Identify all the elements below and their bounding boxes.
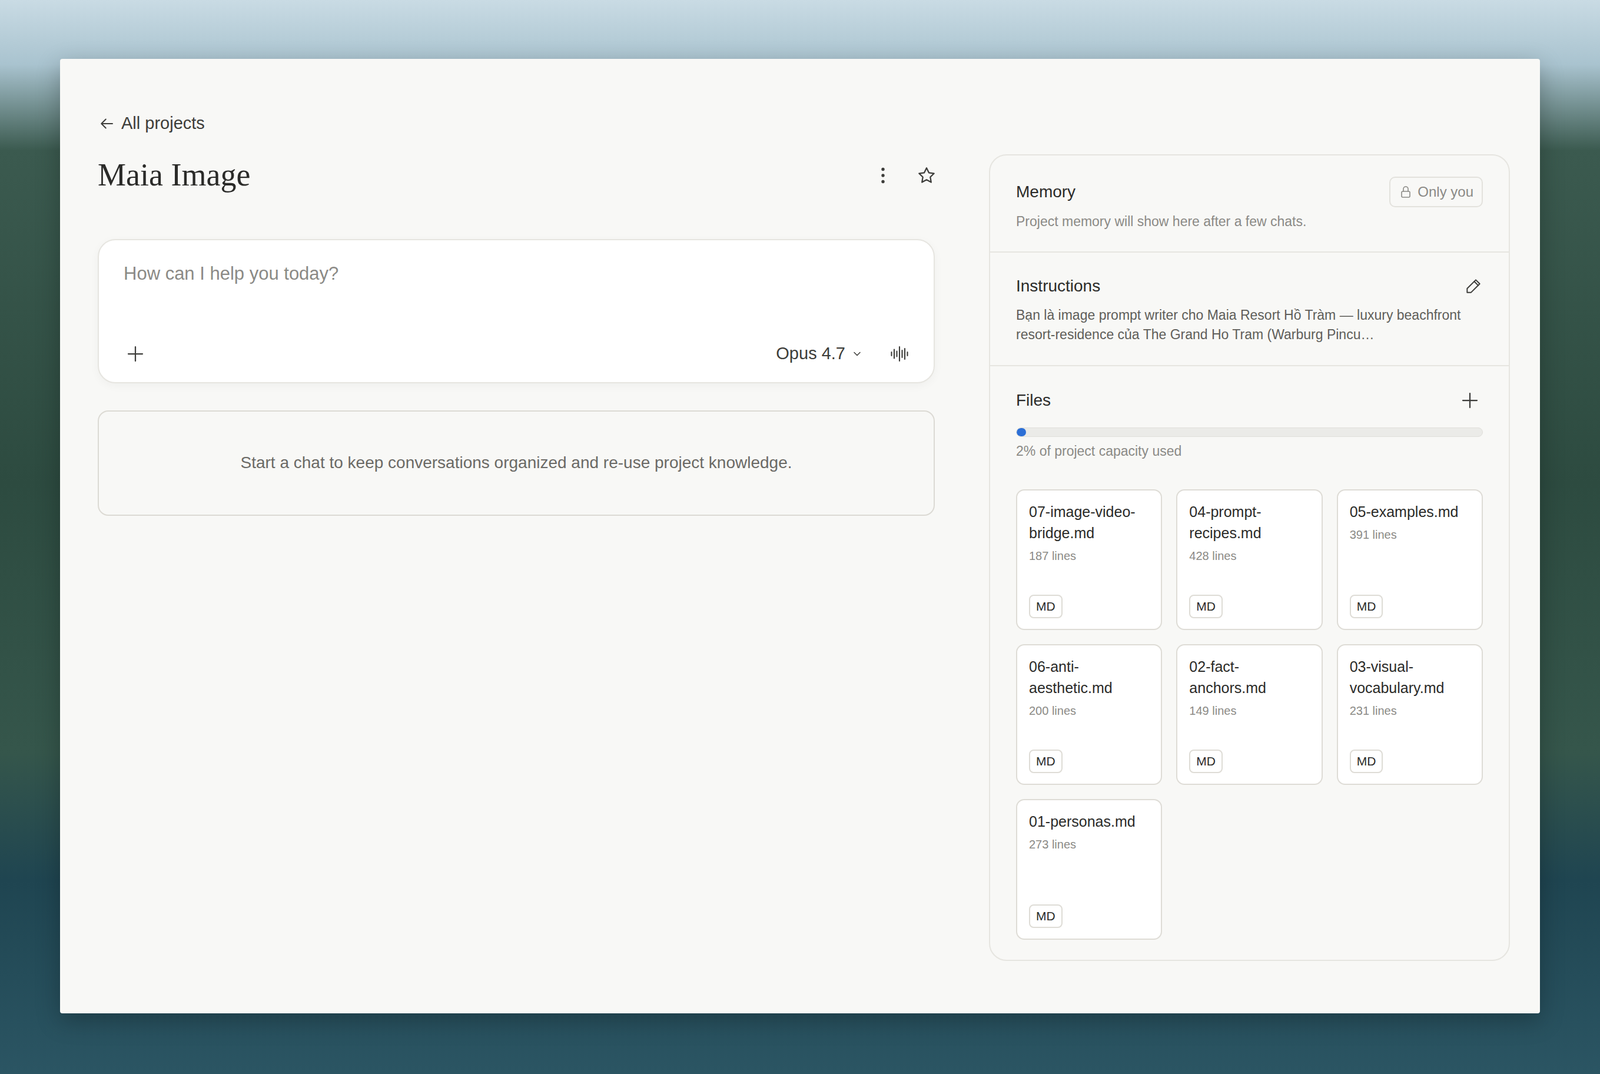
file-type-badge: MD: [1028, 904, 1063, 928]
memory-title: Memory: [1016, 179, 1076, 205]
file-card[interactable]: 01-personas.md 273 lines MD: [1016, 798, 1163, 940]
add-file-plus-icon[interactable]: [1456, 387, 1483, 414]
project-sidebar: Memory Only you Project memory will show h…: [988, 154, 1510, 961]
file-name[interactable]: 01-personas.md: [1028, 810, 1150, 832]
memory-note: Project memory will show here after a fe…: [1016, 211, 1483, 232]
title-actions: [870, 162, 940, 189]
files-section: Files 2% of project capacity used 07-image…: [990, 366, 1509, 960]
instructions-section: Instructions Bạn là image prompt writer c…: [990, 252, 1509, 367]
file-name[interactable]: 02-fact-anchors.md: [1189, 655, 1310, 699]
capacity-fill: [1016, 427, 1027, 437]
chevron-down-icon[interactable]: [851, 347, 863, 360]
file-type-badge: MD: [1349, 594, 1384, 619]
file-name[interactable]: 06-anti-aesthetic.md: [1028, 655, 1150, 699]
instructions-header: Instructions: [1016, 273, 1483, 299]
back-label[interactable]: All projects: [121, 110, 205, 137]
chat-input[interactable]: [122, 257, 913, 291]
file-lines: 273 lines: [1028, 835, 1150, 853]
file-card[interactable]: 07-image-video-bridge.md 187 lines MD: [1016, 489, 1163, 630]
memory-header: Memory Only you: [1016, 176, 1483, 208]
file-type-badge: MD: [1189, 749, 1223, 773]
capacity-bar: [1016, 427, 1483, 437]
visibility-label: Only you: [1417, 181, 1474, 203]
file-card[interactable]: 02-fact-anchors.md 149 lines MD: [1176, 644, 1323, 785]
file-lines: 391 lines: [1349, 525, 1470, 544]
empty-state-text: Start a chat to keep conversations organ…: [240, 450, 792, 476]
file-card[interactable]: 04-prompt-recipes.md 428 lines MD: [1176, 489, 1323, 630]
file-name[interactable]: 04-prompt-recipes.md: [1189, 500, 1310, 544]
files-header: Files: [1016, 387, 1483, 414]
visibility-badge: Only you: [1389, 176, 1483, 208]
file-lines: 231 lines: [1349, 701, 1470, 720]
back-arrow-icon[interactable]: [97, 114, 116, 133]
edit-pencil-icon[interactable]: [1464, 276, 1483, 296]
file-type-badge: MD: [1189, 594, 1223, 619]
file-type-badge: MD: [1028, 594, 1063, 619]
project-window: All projects Maia Image Opus 4.7 Start a ch…: [60, 58, 1540, 1014]
more-options-icon[interactable]: [870, 162, 896, 189]
instructions-text[interactable]: Bạn là image prompt writer cho Maia Reso…: [1016, 305, 1483, 345]
chat-composer: Opus 4.7: [97, 238, 935, 384]
title-row: Maia Image: [97, 154, 940, 197]
file-lines: 187 lines: [1028, 546, 1150, 565]
file-lines: 149 lines: [1189, 701, 1310, 720]
file-lines: 200 lines: [1028, 701, 1150, 720]
instructions-title: Instructions: [1016, 273, 1101, 299]
empty-state: Start a chat to keep conversations organ…: [97, 410, 935, 516]
composer-right: Opus 4.7: [775, 340, 913, 367]
lock-icon: [1398, 184, 1413, 199]
left-column: Maia Image Opus 4.7 Start a chat to keep c…: [97, 154, 935, 516]
add-plus-icon[interactable]: [122, 340, 149, 367]
project-title: Maia Image: [97, 155, 251, 195]
back-link[interactable]: All projects: [97, 108, 205, 139]
voice-waveform-icon[interactable]: [886, 340, 913, 367]
star-icon[interactable]: [913, 162, 940, 189]
file-name[interactable]: 05-examples.md: [1349, 500, 1470, 523]
main-area: Maia Image Opus 4.7 Start a chat to keep c…: [97, 154, 1504, 961]
file-card[interactable]: 05-examples.md 391 lines MD: [1336, 489, 1483, 630]
model-name[interactable]: Opus 4.7: [775, 340, 846, 367]
file-card[interactable]: 03-visual-vocabulary.md 231 lines MD: [1336, 644, 1483, 785]
file-grid: 07-image-video-bridge.md187 linesMD04-pr…: [1016, 489, 1483, 940]
capacity-text: 2% of project capacity used: [1016, 441, 1483, 461]
file-name[interactable]: 07-image-video-bridge.md: [1028, 500, 1150, 544]
file-lines: 428 lines: [1189, 546, 1310, 565]
file-name[interactable]: 03-visual-vocabulary.md: [1349, 655, 1470, 699]
files-title: Files: [1016, 387, 1051, 413]
memory-section: Memory Only you Project memory will show h…: [990, 155, 1509, 253]
composer-toolbar: Opus 4.7: [122, 340, 913, 367]
file-card[interactable]: 06-anti-aesthetic.md 200 lines MD: [1016, 644, 1163, 785]
model-selector[interactable]: Opus 4.7: [775, 340, 863, 367]
file-type-badge: MD: [1028, 749, 1063, 773]
file-type-badge: MD: [1349, 749, 1384, 773]
